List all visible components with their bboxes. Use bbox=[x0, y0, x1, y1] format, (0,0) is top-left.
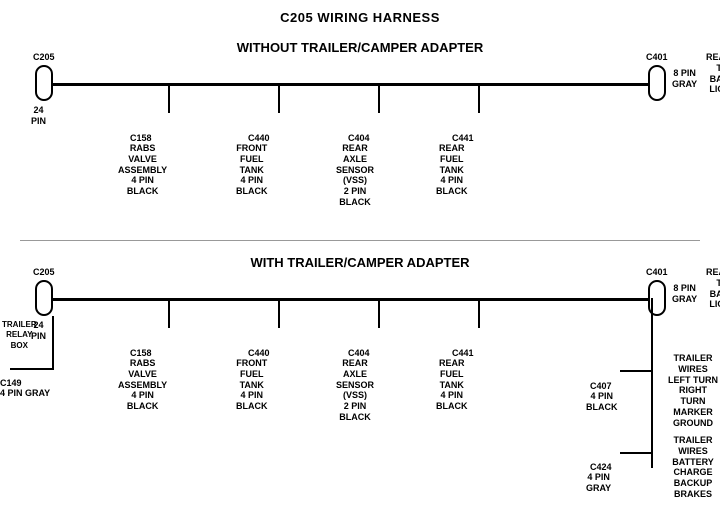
page-title: C205 WIRING HARNESS bbox=[0, 4, 720, 25]
s2-c424-label: TRAILER WIRESBATTERY CHARGEBACKUPBRAKES bbox=[666, 435, 720, 500]
s2-c407-label: TRAILER WIRESLEFT TURNRIGHT TURNMARKERGR… bbox=[666, 353, 720, 429]
s2-c407-connector bbox=[600, 360, 618, 378]
s1-c404-label: REAR AXLESENSOR(VSS)2 PIN BLACK bbox=[336, 143, 374, 208]
s1-c441-label: REAR FUELTANK4 PIN BLACK bbox=[436, 143, 468, 197]
s1-c401-id: C401 bbox=[646, 52, 668, 63]
s1-c205-pins: 24 PIN bbox=[31, 105, 46, 127]
s1-c401-label: REAR PARK/STOP TURN LAMPS BACKUP LAMPS L… bbox=[706, 52, 720, 95]
section1-label: WITHOUT TRAILER/CAMPER ADAPTER bbox=[120, 40, 600, 55]
s2-c407-pins: 4 PINBLACK bbox=[586, 391, 618, 413]
s2-c149-connector bbox=[2, 358, 20, 376]
s1-c440-label: FRONT FUELTANK4 PIN BLACK bbox=[236, 143, 268, 197]
s2-c407-wire-h bbox=[620, 370, 652, 372]
s2-c401-label: REAR PARK/STOP TURN LAMPS BACKUP LAMPS L… bbox=[706, 267, 720, 321]
s1-c205-id: C205 bbox=[33, 52, 55, 63]
section-divider bbox=[20, 240, 700, 241]
diagram-container: C205 WIRING HARNESS WITHOUT TRAILER/CAMP… bbox=[0, 0, 720, 510]
s2-c404-label: REAR AXLESENSOR(VSS)2 PIN BLACK bbox=[336, 358, 374, 423]
s2-c401-id: C401 bbox=[646, 267, 668, 278]
s2-c441-label: REAR FUELTANK4 PIN BLACK bbox=[436, 358, 468, 412]
s2-trailer-relay-box: TRAILERRELAYBOX bbox=[2, 320, 37, 351]
s2-c149-pins: 4 PIN GRAY bbox=[0, 388, 50, 399]
s1-c401-pins: 8 PIN GRAY bbox=[672, 68, 697, 90]
s2-right-branch-wire bbox=[651, 298, 653, 468]
s2-c424-wire-h bbox=[620, 452, 652, 454]
section1-main-wire bbox=[52, 83, 652, 86]
s2-c424-pins: 4 PINGRAY bbox=[586, 472, 611, 494]
s2-c441: C441 REAR FUELTANK4 PIN BLACK bbox=[0, 0, 18, 18]
s2-c440-label: FRONT FUELTANK4 PIN BLACK bbox=[236, 358, 268, 412]
s2-c424-connector bbox=[600, 442, 618, 460]
s2-c158-label: RABS VALVEASSEMBLY4 PIN BLACK bbox=[118, 358, 167, 412]
section2-label: WITH TRAILER/CAMPER ADAPTER bbox=[120, 255, 600, 270]
section2-main-wire bbox=[52, 298, 652, 301]
s1-c158-label: RABS VALVEASSEMBLY4 PIN BLACK bbox=[118, 143, 167, 197]
s2-c205-id: C205 bbox=[33, 267, 55, 278]
s2-trailer-relay-wire-v bbox=[52, 316, 54, 368]
s2-c401-pins: 8 PIN GRAY bbox=[672, 283, 697, 305]
